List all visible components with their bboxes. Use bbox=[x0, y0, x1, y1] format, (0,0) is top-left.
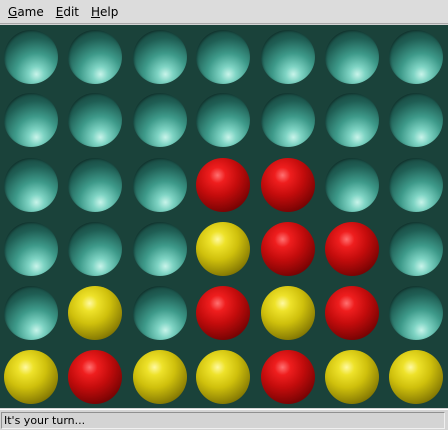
empty-slot[interactable] bbox=[4, 222, 58, 276]
empty-slot[interactable] bbox=[389, 30, 443, 84]
empty-slot[interactable] bbox=[68, 158, 122, 212]
yellow-disc[interactable] bbox=[68, 286, 122, 340]
empty-slot[interactable] bbox=[196, 93, 250, 147]
red-disc[interactable] bbox=[196, 158, 250, 212]
menu-game[interactable]: Game bbox=[2, 1, 50, 23]
empty-slot[interactable] bbox=[133, 93, 187, 147]
empty-slot[interactable] bbox=[389, 286, 443, 340]
red-disc[interactable] bbox=[261, 222, 315, 276]
connect-four-window: Game Edit Help It's your turn... bbox=[0, 0, 448, 430]
empty-slot[interactable] bbox=[325, 158, 379, 212]
empty-slot[interactable] bbox=[261, 93, 315, 147]
empty-slot[interactable] bbox=[4, 158, 58, 212]
empty-slot[interactable] bbox=[261, 30, 315, 84]
menu-edit[interactable]: Edit bbox=[50, 1, 85, 23]
empty-slot[interactable] bbox=[4, 93, 58, 147]
red-disc[interactable] bbox=[325, 222, 379, 276]
status-message: It's your turn... bbox=[1, 412, 445, 429]
game-board[interactable] bbox=[0, 25, 448, 408]
empty-slot[interactable] bbox=[389, 93, 443, 147]
empty-slot[interactable] bbox=[4, 30, 58, 84]
empty-slot[interactable] bbox=[133, 158, 187, 212]
red-disc[interactable] bbox=[261, 158, 315, 212]
yellow-disc[interactable] bbox=[4, 350, 58, 404]
status-bar: It's your turn... bbox=[0, 409, 448, 430]
red-disc[interactable] bbox=[196, 286, 250, 340]
yellow-disc[interactable] bbox=[325, 350, 379, 404]
empty-slot[interactable] bbox=[133, 222, 187, 276]
menu-bar: Game Edit Help bbox=[0, 0, 448, 24]
empty-slot[interactable] bbox=[133, 286, 187, 340]
empty-slot[interactable] bbox=[325, 93, 379, 147]
menu-help[interactable]: Help bbox=[85, 1, 124, 23]
red-disc[interactable] bbox=[325, 286, 379, 340]
empty-slot[interactable] bbox=[196, 30, 250, 84]
empty-slot[interactable] bbox=[389, 222, 443, 276]
empty-slot[interactable] bbox=[133, 30, 187, 84]
red-disc[interactable] bbox=[261, 350, 315, 404]
empty-slot[interactable] bbox=[325, 30, 379, 84]
yellow-disc[interactable] bbox=[261, 286, 315, 340]
yellow-disc[interactable] bbox=[133, 350, 187, 404]
empty-slot[interactable] bbox=[68, 30, 122, 84]
yellow-disc[interactable] bbox=[196, 350, 250, 404]
empty-slot[interactable] bbox=[389, 158, 443, 212]
red-disc[interactable] bbox=[68, 350, 122, 404]
empty-slot[interactable] bbox=[68, 222, 122, 276]
yellow-disc[interactable] bbox=[196, 222, 250, 276]
yellow-disc[interactable] bbox=[389, 350, 443, 404]
empty-slot[interactable] bbox=[68, 93, 122, 147]
empty-slot[interactable] bbox=[4, 286, 58, 340]
